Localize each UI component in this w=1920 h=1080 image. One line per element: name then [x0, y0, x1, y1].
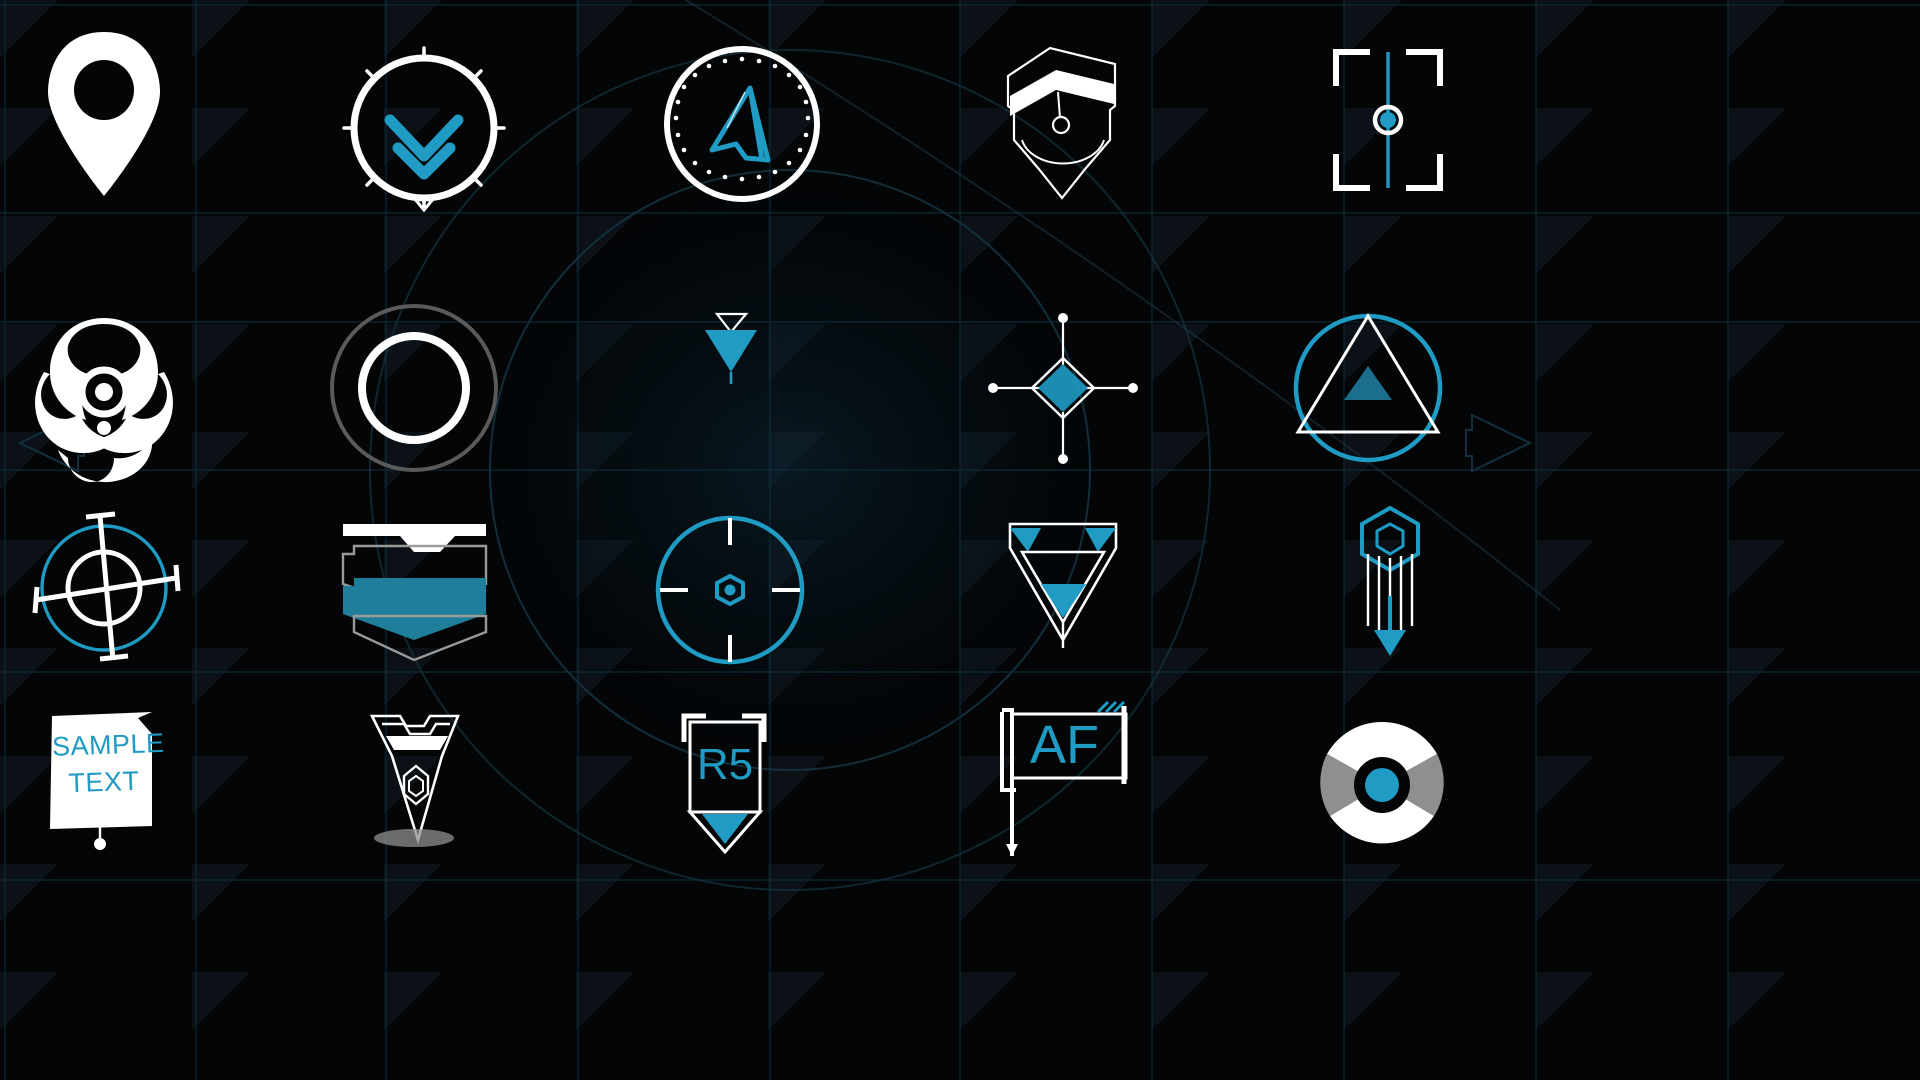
r5-label: R5	[696, 740, 754, 789]
background-layer	[0, 0, 1920, 1080]
hud-icon-canvas: SAMPLE TEXT R5 AF	[0, 0, 1920, 1080]
af-label: AF	[1030, 715, 1100, 775]
sample-text-line2: TEXT	[67, 765, 140, 799]
sample-text-line1: SAMPLE	[51, 727, 166, 762]
sample-text-block: SAMPLE TEXT	[51, 727, 166, 799]
